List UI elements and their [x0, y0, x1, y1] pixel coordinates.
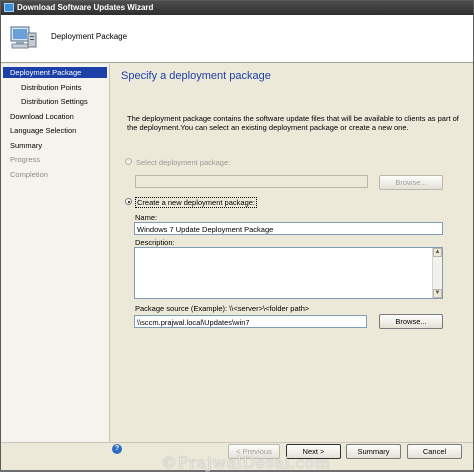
wizard-nav: Deployment Package Distribution Points D…	[1, 64, 110, 442]
nav-item-progress: Progress	[10, 155, 41, 164]
nav-item-deployment-package[interactable]: Deployment Package	[3, 67, 107, 78]
nav-item-distribution-settings[interactable]: Distribution Settings	[1, 96, 107, 107]
select-package-label: Select deployment package:	[136, 158, 231, 167]
package-source-input[interactable]: \\sccm.prajwal.local\Updates\win7	[134, 315, 367, 328]
nav-item-summary[interactable]: Summary	[1, 140, 107, 151]
nav-item-distribution-points[interactable]: Distribution Points	[1, 82, 107, 93]
name-input[interactable]: Windows 7 Update Deployment Package	[134, 222, 443, 235]
wizard-app-icon	[4, 3, 14, 12]
description-textarea[interactable]: ▲ ▼	[134, 247, 443, 299]
nav-item-download-location[interactable]: Download Location	[1, 111, 107, 122]
scroll-down-arrow-icon[interactable]: ▼	[433, 289, 442, 298]
window-title: Download Software Updates Wizard	[17, 3, 154, 12]
package-source-label: Package source (Example): \\<server>\<fo…	[135, 304, 310, 313]
description-scrollbar[interactable]: ▲ ▼	[432, 248, 442, 298]
page-description: The deployment package contains the soft…	[127, 114, 459, 132]
create-package-label: Create a new deployment package:	[135, 197, 257, 208]
name-label: Name:	[135, 213, 158, 222]
wizard-header: Deployment Package	[1, 15, 473, 63]
select-package-radio[interactable]	[125, 158, 132, 165]
select-package-field	[135, 175, 368, 188]
description-label: Description:	[135, 238, 175, 247]
header-title: Deployment Package	[51, 32, 128, 41]
package-source-browse-button[interactable]: Browse...	[379, 314, 443, 329]
wizard-window: Download Software Updates Wizard Deploym…	[0, 0, 474, 472]
scroll-up-arrow-icon[interactable]: ▲	[433, 248, 442, 257]
create-package-radio[interactable]	[125, 198, 132, 205]
watermark-text: ©PrajwalDesai.com	[161, 453, 331, 472]
nav-item-completion: Completion	[10, 170, 48, 179]
summary-button[interactable]: Summary	[346, 444, 401, 459]
cancel-button[interactable]: Cancel	[407, 444, 462, 459]
computer-icon	[10, 26, 37, 49]
wizard-content: Specify a deployment package The deploym…	[111, 64, 473, 442]
nav-item-language-selection[interactable]: Language Selection	[1, 125, 107, 136]
help-icon[interactable]: ?	[112, 444, 122, 454]
page-title: Specify a deployment package	[121, 70, 271, 82]
title-bar[interactable]: Download Software Updates Wizard	[1, 1, 473, 15]
select-package-browse-button: Browse...	[379, 175, 443, 190]
